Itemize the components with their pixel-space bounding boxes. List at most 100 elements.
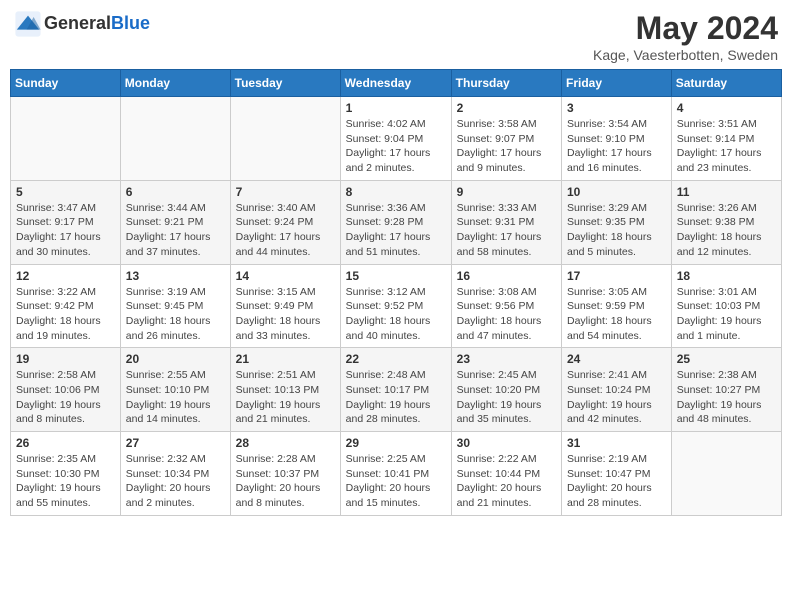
calendar-cell: 8 Sunrise: 3:36 AM Sunset: 9:28 PM Daylig… <box>340 180 451 264</box>
weekday-header-monday: Monday <box>120 70 230 97</box>
logo-blue: Blue <box>111 13 150 33</box>
day-info: Sunrise: 3:19 AM Sunset: 9:45 PM Dayligh… <box>126 285 225 344</box>
day-number: 12 <box>16 269 115 283</box>
day-info: Sunrise: 4:02 AM Sunset: 9:04 PM Dayligh… <box>346 117 446 176</box>
calendar-cell <box>230 97 340 181</box>
calendar-cell: 13 Sunrise: 3:19 AM Sunset: 9:45 PM Dayli… <box>120 264 230 348</box>
day-number: 14 <box>236 269 335 283</box>
calendar-cell: 17Sunrise: 3:05 AM Sunset: 9:59 PM Dayli… <box>562 264 672 348</box>
day-info: Sunrise: 2:19 AM Sunset: 10:47 PM Daylig… <box>567 452 666 511</box>
calendar-cell: 20 Sunrise: 2:55 AM Sunset: 10:10 PM Dayl… <box>120 348 230 432</box>
day-number: 29 <box>346 436 446 450</box>
day-info: Sunrise: 3:12 AM Sunset: 9:52 PM Dayligh… <box>346 285 446 344</box>
logo-general: General <box>44 13 111 33</box>
day-info: Sunrise: 3:01 AM Sunset: 10:03 PM Daylig… <box>677 285 776 344</box>
calendar-cell: 16 Sunrise: 3:08 AM Sunset: 9:56 PM Dayli… <box>451 264 561 348</box>
day-number: 8 <box>346 185 446 199</box>
day-info: Sunrise: 3:26 AM Sunset: 9:38 PM Dayligh… <box>677 201 776 260</box>
day-number: 16 <box>457 269 556 283</box>
weekday-header-row: SundayMondayTuesdayWednesdayThursdayFrid… <box>11 70 782 97</box>
calendar-cell: 26 Sunrise: 2:35 AM Sunset: 10:30 PM Dayl… <box>11 432 121 516</box>
calendar-cell: 27 Sunrise: 2:32 AM Sunset: 10:34 PM Dayl… <box>120 432 230 516</box>
month-title: May 2024 <box>593 10 778 47</box>
day-number: 19 <box>16 352 115 366</box>
calendar-cell <box>120 97 230 181</box>
calendar-cell: 1Sunrise: 4:02 AM Sunset: 9:04 PM Daylig… <box>340 97 451 181</box>
calendar-cell: 30Sunrise: 2:22 AM Sunset: 10:44 PM Dayl… <box>451 432 561 516</box>
day-info: Sunrise: 3:40 AM Sunset: 9:24 PM Dayligh… <box>236 201 335 260</box>
day-info: Sunrise: 3:33 AM Sunset: 9:31 PM Dayligh… <box>457 201 556 260</box>
day-info: Sunrise: 2:32 AM Sunset: 10:34 PM Daylig… <box>126 452 225 511</box>
day-info: Sunrise: 3:44 AM Sunset: 9:21 PM Dayligh… <box>126 201 225 260</box>
day-info: Sunrise: 2:58 AM Sunset: 10:06 PM Daylig… <box>16 368 115 427</box>
calendar-table: SundayMondayTuesdayWednesdayThursdayFrid… <box>10 69 782 516</box>
day-number: 26 <box>16 436 115 450</box>
day-info: Sunrise: 3:36 AM Sunset: 9:28 PM Dayligh… <box>346 201 446 260</box>
calendar-cell: 10 Sunrise: 3:29 AM Sunset: 9:35 PM Dayli… <box>562 180 672 264</box>
weekday-header-sunday: Sunday <box>11 70 121 97</box>
calendar-body: 1Sunrise: 4:02 AM Sunset: 9:04 PM Daylig… <box>11 97 782 516</box>
day-number: 31 <box>567 436 666 450</box>
day-info: Sunrise: 3:08 AM Sunset: 9:56 PM Dayligh… <box>457 285 556 344</box>
day-info: Sunrise: 2:55 AM Sunset: 10:10 PM Daylig… <box>126 368 225 427</box>
calendar-cell: 24Sunrise: 2:41 AM Sunset: 10:24 PM Dayl… <box>562 348 672 432</box>
day-number: 4 <box>677 101 776 115</box>
calendar-cell: 12 Sunrise: 3:22 AM Sunset: 9:42 PM Dayli… <box>11 264 121 348</box>
calendar-week-5: 26 Sunrise: 2:35 AM Sunset: 10:30 PM Dayl… <box>11 432 782 516</box>
day-number: 11 <box>677 185 776 199</box>
day-info: Sunrise: 3:22 AM Sunset: 9:42 PM Dayligh… <box>16 285 115 344</box>
calendar-cell: 15 Sunrise: 3:12 AM Sunset: 9:52 PM Dayli… <box>340 264 451 348</box>
day-number: 18 <box>677 269 776 283</box>
day-number: 20 <box>126 352 225 366</box>
day-info: Sunrise: 2:22 AM Sunset: 10:44 PM Daylig… <box>457 452 556 511</box>
day-number: 2 <box>457 101 556 115</box>
calendar-cell: 4 Sunrise: 3:51 AM Sunset: 9:14 PM Daylig… <box>671 97 781 181</box>
weekday-header-saturday: Saturday <box>671 70 781 97</box>
calendar-week-2: 5Sunrise: 3:47 AM Sunset: 9:17 PM Daylig… <box>11 180 782 264</box>
title-block: May 2024 Kage, Vaesterbotten, Sweden <box>593 10 778 63</box>
day-info: Sunrise: 2:51 AM Sunset: 10:13 PM Daylig… <box>236 368 335 427</box>
day-number: 28 <box>236 436 335 450</box>
day-info: Sunrise: 2:41 AM Sunset: 10:24 PM Daylig… <box>567 368 666 427</box>
day-number: 6 <box>126 185 225 199</box>
day-info: Sunrise: 3:51 AM Sunset: 9:14 PM Dayligh… <box>677 117 776 176</box>
calendar-cell: 22Sunrise: 2:48 AM Sunset: 10:17 PM Dayl… <box>340 348 451 432</box>
weekday-header-friday: Friday <box>562 70 672 97</box>
calendar-cell: 11 Sunrise: 3:26 AM Sunset: 9:38 PM Dayli… <box>671 180 781 264</box>
day-info: Sunrise: 2:35 AM Sunset: 10:30 PM Daylig… <box>16 452 115 511</box>
calendar-week-3: 12 Sunrise: 3:22 AM Sunset: 9:42 PM Dayli… <box>11 264 782 348</box>
day-number: 15 <box>346 269 446 283</box>
calendar-week-4: 19 Sunrise: 2:58 AM Sunset: 10:06 PM Dayl… <box>11 348 782 432</box>
calendar-cell: 2 Sunrise: 3:58 AM Sunset: 9:07 PM Daylig… <box>451 97 561 181</box>
day-info: Sunrise: 2:38 AM Sunset: 10:27 PM Daylig… <box>677 368 776 427</box>
day-number: 25 <box>677 352 776 366</box>
day-info: Sunrise: 3:29 AM Sunset: 9:35 PM Dayligh… <box>567 201 666 260</box>
day-info: Sunrise: 2:28 AM Sunset: 10:37 PM Daylig… <box>236 452 335 511</box>
calendar-cell: 21 Sunrise: 2:51 AM Sunset: 10:13 PM Dayl… <box>230 348 340 432</box>
calendar-cell: 25 Sunrise: 2:38 AM Sunset: 10:27 PM Dayl… <box>671 348 781 432</box>
day-info: Sunrise: 3:58 AM Sunset: 9:07 PM Dayligh… <box>457 117 556 176</box>
calendar-cell: 31 Sunrise: 2:19 AM Sunset: 10:47 PM Dayl… <box>562 432 672 516</box>
day-number: 13 <box>126 269 225 283</box>
calendar-cell <box>671 432 781 516</box>
calendar-cell: 9 Sunrise: 3:33 AM Sunset: 9:31 PM Daylig… <box>451 180 561 264</box>
calendar-cell: 28 Sunrise: 2:28 AM Sunset: 10:37 PM Dayl… <box>230 432 340 516</box>
calendar-cell: 7Sunrise: 3:40 AM Sunset: 9:24 PM Daylig… <box>230 180 340 264</box>
calendar-cell: 5Sunrise: 3:47 AM Sunset: 9:17 PM Daylig… <box>11 180 121 264</box>
calendar-cell: 29Sunrise: 2:25 AM Sunset: 10:41 PM Dayl… <box>340 432 451 516</box>
day-number: 9 <box>457 185 556 199</box>
calendar-header: SundayMondayTuesdayWednesdayThursdayFrid… <box>11 70 782 97</box>
day-number: 21 <box>236 352 335 366</box>
calendar-cell: 18 Sunrise: 3:01 AM Sunset: 10:03 PM Dayl… <box>671 264 781 348</box>
calendar-week-1: 1Sunrise: 4:02 AM Sunset: 9:04 PM Daylig… <box>11 97 782 181</box>
calendar-cell <box>11 97 121 181</box>
logo-icon <box>14 10 42 38</box>
day-number: 10 <box>567 185 666 199</box>
page-header: GeneralBlue May 2024 Kage, Vaesterbotten… <box>10 10 782 63</box>
day-number: 27 <box>126 436 225 450</box>
day-number: 17 <box>567 269 666 283</box>
calendar-cell: 3 Sunrise: 3:54 AM Sunset: 9:10 PM Daylig… <box>562 97 672 181</box>
day-info: Sunrise: 3:54 AM Sunset: 9:10 PM Dayligh… <box>567 117 666 176</box>
day-number: 3 <box>567 101 666 115</box>
location-subtitle: Kage, Vaesterbotten, Sweden <box>593 47 778 63</box>
